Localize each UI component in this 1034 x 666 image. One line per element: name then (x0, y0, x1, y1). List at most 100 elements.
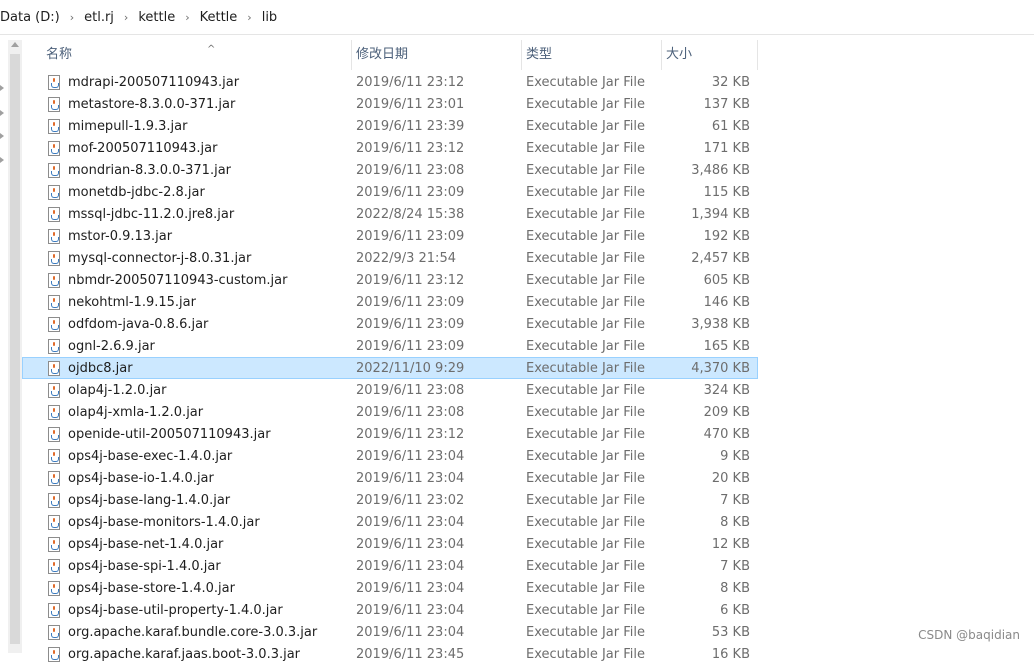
file-type: Executable Jar File (526, 383, 645, 398)
breadcrumb-item[interactable]: Data (D:) (0, 10, 64, 25)
file-name: ojdbc8.jar (68, 361, 133, 376)
jar-file-icon (48, 251, 62, 267)
file-row[interactable]: ops4j-base-exec-1.4.0.jar 2019/6/11 23:04… (22, 445, 758, 467)
file-row[interactable]: mof-200507110943.jar 2019/6/11 23:12 Execu… (22, 137, 758, 159)
file-row[interactable]: ops4j-base-store-1.4.0.jar 2019/6/11 23:0… (22, 577, 758, 599)
file-date: 2019/6/11 23:12 (356, 75, 465, 90)
address-bar[interactable]: Data (D:) › etl.rj › kettle › Kettle › lib (0, 0, 1034, 35)
file-row[interactable]: org.apache.karaf.bundle.core-3.0.3.jar 20… (22, 621, 758, 643)
file-type: Executable Jar File (526, 339, 645, 354)
file-date: 2019/6/11 23:04 (356, 537, 465, 552)
file-type: Executable Jar File (526, 559, 645, 574)
column-header-date[interactable]: 修改日期 (352, 40, 522, 70)
jar-file-icon (48, 75, 62, 91)
column-header-name-label: 名称 (46, 47, 73, 62)
file-row[interactable]: nbmdr-200507110943-custom.jar 2019/6/11 2… (22, 269, 758, 291)
jar-file-icon (48, 185, 62, 201)
vertical-scrollbar[interactable] (8, 40, 22, 653)
file-type: Executable Jar File (526, 493, 645, 508)
jar-file-icon (48, 339, 62, 355)
file-date: 2019/6/11 23:09 (356, 295, 465, 310)
file-name: monetdb-jdbc-2.8.jar (68, 185, 205, 200)
breadcrumb-separator-icon[interactable]: › (241, 11, 257, 24)
file-row[interactable]: olap4j-xmla-1.2.0.jar 2019/6/11 23:08 Exec… (22, 401, 758, 423)
file-row[interactable]: ognl-2.6.9.jar 2019/6/11 23:09 Executable … (22, 335, 758, 357)
file-type: Executable Jar File (526, 603, 645, 618)
scroll-up-arrow-icon[interactable] (11, 42, 19, 47)
jar-file-icon (48, 493, 62, 509)
file-row[interactable]: odfdom-java-0.8.6.jar 2019/6/11 23:09 Exec… (22, 313, 758, 335)
file-row[interactable]: mssql-jdbc-11.2.0.jre8.jar 2022/8/24 15:3… (22, 203, 758, 225)
file-size: 61 KB (711, 119, 750, 134)
file-size: 1,394 KB (691, 207, 750, 222)
jar-file-icon (48, 625, 62, 641)
file-date: 2019/6/11 23:39 (356, 119, 465, 134)
breadcrumb-item[interactable]: Kettle (196, 10, 242, 25)
file-size: 2,457 KB (691, 251, 750, 266)
column-header-name[interactable]: 名称 ^ (42, 40, 352, 70)
file-row[interactable]: mysql-connector-j-8.0.31.jar 2022/9/3 21:… (22, 247, 758, 269)
file-name: mimepull-1.9.3.jar (68, 119, 188, 134)
file-row[interactable]: openide-util-200507110943.jar 2019/6/11 2… (22, 423, 758, 445)
file-date: 2022/11/10 9:29 (356, 361, 465, 376)
jar-file-icon (48, 603, 62, 619)
file-row[interactable]: org.apache.karaf.jaas.boot-3.0.3.jar 2019… (22, 643, 758, 665)
file-name: ops4j-base-exec-1.4.0.jar (68, 449, 233, 464)
breadcrumb-item[interactable]: kettle (134, 10, 179, 25)
file-date: 2019/6/11 23:45 (356, 647, 465, 662)
file-size: 470 KB (703, 427, 750, 442)
file-row[interactable]: ops4j-base-lang-1.4.0.jar 2019/6/11 23:02… (22, 489, 758, 511)
file-type: Executable Jar File (526, 405, 645, 420)
column-header-type[interactable]: 类型 (522, 40, 662, 70)
file-row[interactable]: olap4j-1.2.0.jar 2019/6/11 23:08 Executabl… (22, 379, 758, 401)
file-row[interactable]: mstor-0.9.13.jar 2019/6/11 23:09 Executabl… (22, 225, 758, 247)
file-row[interactable]: ops4j-base-monitors-1.4.0.jar 2019/6/11 2… (22, 511, 758, 533)
jar-file-icon (48, 295, 62, 311)
file-row[interactable]: ops4j-base-spi-1.4.0.jar 2019/6/11 23:04 E… (22, 555, 758, 577)
breadcrumb-separator-icon[interactable]: › (179, 11, 195, 24)
expand-chevron-icon[interactable] (0, 110, 4, 116)
jar-file-icon (48, 207, 62, 223)
file-date: 2019/6/11 23:12 (356, 427, 465, 442)
file-row[interactable]: mondrian-8.3.0.0-371.jar 2019/6/11 23:08 E… (22, 159, 758, 181)
jar-file-icon (48, 559, 62, 575)
file-row[interactable]: metastore-8.3.0.0-371.jar 2019/6/11 23:01… (22, 93, 758, 115)
jar-file-icon (48, 647, 62, 663)
column-header-size[interactable]: 大小 (662, 40, 758, 70)
breadcrumb-item[interactable]: etl.rj (80, 10, 118, 25)
file-name: ops4j-base-monitors-1.4.0.jar (68, 515, 260, 530)
file-row[interactable]: monetdb-jdbc-2.8.jar 2019/6/11 23:09 Execu… (22, 181, 758, 203)
file-type: Executable Jar File (526, 207, 645, 222)
file-name: mof-200507110943.jar (68, 141, 218, 156)
file-date: 2019/6/11 23:09 (356, 317, 465, 332)
breadcrumb-item[interactable]: lib (258, 10, 281, 25)
file-row[interactable]: ojdbc8.jar 2022/11/10 9:29 Executable Jar … (22, 357, 758, 379)
file-size: 605 KB (703, 273, 750, 288)
file-row[interactable]: mimepull-1.9.3.jar 2019/6/11 23:39 Executa… (22, 115, 758, 137)
breadcrumb-separator-icon[interactable]: › (64, 11, 80, 24)
file-row[interactable]: ops4j-base-net-1.4.0.jar 2019/6/11 23:04 E… (22, 533, 758, 555)
file-name: mstor-0.9.13.jar (68, 229, 173, 244)
file-row[interactable]: ops4j-base-io-1.4.0.jar 2019/6/11 23:04 Ex… (22, 467, 758, 489)
file-size: 146 KB (703, 295, 750, 310)
file-name: nbmdr-200507110943-custom.jar (68, 273, 288, 288)
jar-file-icon (48, 97, 62, 113)
file-size: 324 KB (703, 383, 750, 398)
scrollbar-thumb[interactable] (10, 54, 20, 644)
file-date: 2019/6/11 23:04 (356, 581, 465, 596)
file-name: mdrapi-200507110943.jar (68, 75, 240, 90)
file-size: 9 KB (720, 449, 750, 464)
expand-chevron-icon[interactable] (0, 133, 4, 139)
file-row[interactable]: mdrapi-200507110943.jar 2019/6/11 23:12 Ex… (22, 71, 758, 93)
expand-chevron-icon[interactable] (0, 157, 4, 163)
file-type: Executable Jar File (526, 515, 645, 530)
expand-chevron-icon[interactable] (0, 85, 4, 91)
file-row[interactable]: ops4j-base-util-property-1.4.0.jar 2019/6… (22, 599, 758, 621)
file-size: 3,938 KB (691, 317, 750, 332)
file-type: Executable Jar File (526, 581, 645, 596)
breadcrumb-separator-icon[interactable]: › (118, 11, 134, 24)
file-row[interactable]: nekohtml-1.9.15.jar 2019/6/11 23:09 Execut… (22, 291, 758, 313)
jar-file-icon (48, 581, 62, 597)
jar-file-icon (48, 515, 62, 531)
file-date: 2019/6/11 23:09 (356, 229, 465, 244)
